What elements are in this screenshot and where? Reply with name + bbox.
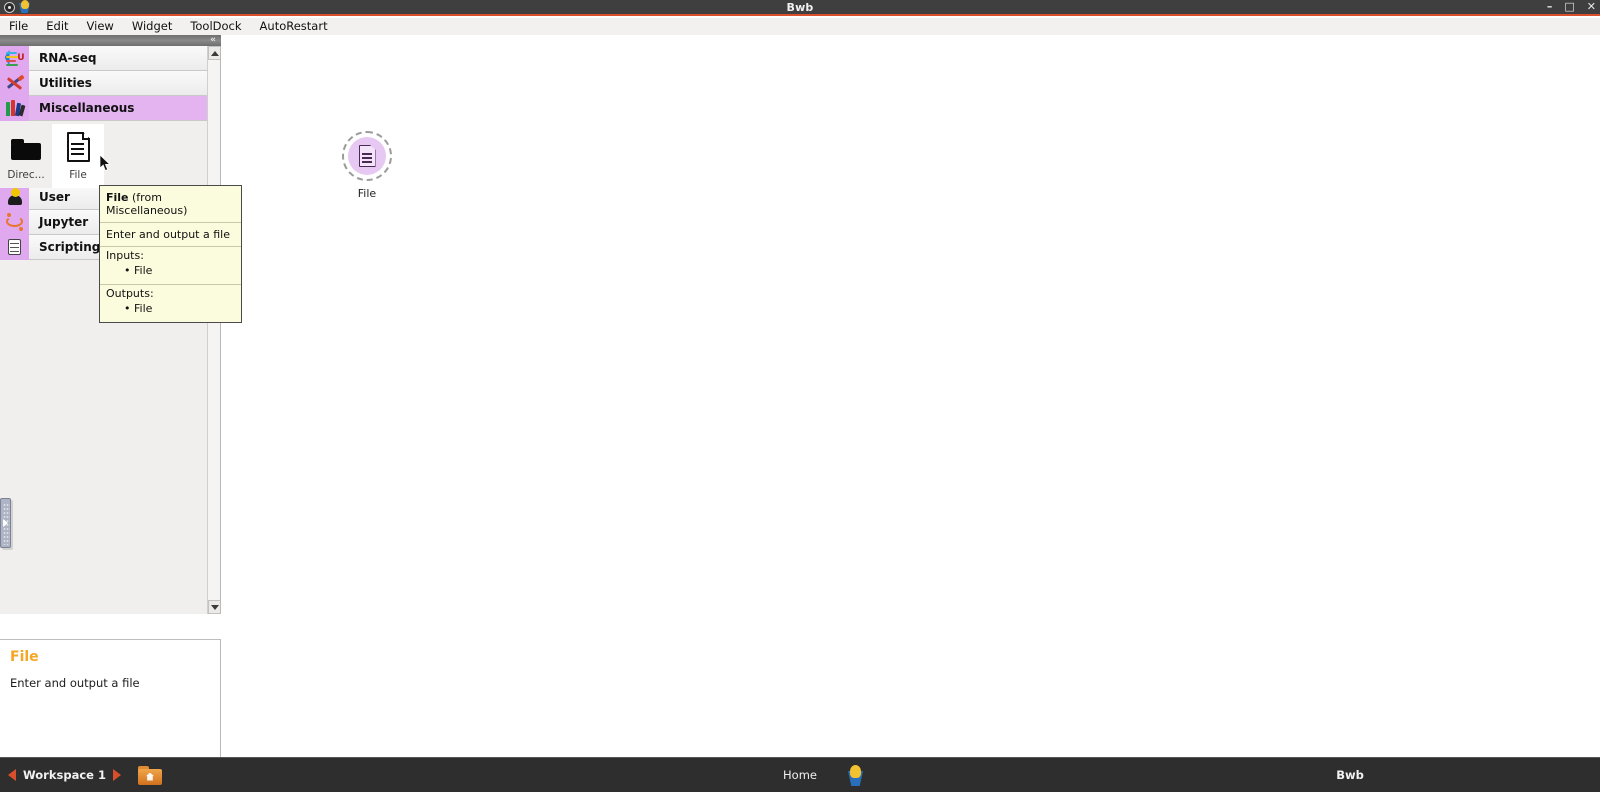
grip-dots-icon bbox=[3, 503, 10, 545]
window-controls: – □ ✕ bbox=[1547, 0, 1596, 14]
jupyter-icon bbox=[0, 209, 29, 235]
folder-icon bbox=[8, 128, 44, 168]
workflow-canvas[interactable]: File bbox=[221, 35, 1600, 757]
menu-item-file[interactable]: File bbox=[0, 18, 37, 35]
tooltip-inputs: Inputs: • File bbox=[100, 246, 241, 284]
node-selection-ring bbox=[342, 131, 392, 181]
window-titlebar: Bwb – □ ✕ bbox=[0, 0, 1600, 16]
category-label: RNA-seq bbox=[39, 51, 97, 65]
widget-tooltip: File (from Miscellaneous) Enter and outp… bbox=[99, 185, 242, 323]
mouse-cursor bbox=[99, 154, 111, 172]
widget-label: Direc... bbox=[7, 169, 45, 181]
rna-seq-icon: U bbox=[0, 46, 29, 71]
scroll-down-arrow-icon[interactable] bbox=[208, 600, 220, 614]
tooltip-output-item: • File bbox=[124, 302, 153, 315]
tooltip-description: Enter and output a file bbox=[100, 222, 241, 246]
tooltip-title-row: File (from Miscellaneous) bbox=[100, 186, 241, 222]
tooltip-title: File bbox=[106, 191, 129, 204]
tooltip-input-item: • File bbox=[124, 264, 153, 277]
widget-toolbox: U RNA-seq Utilities Miscellaneous User J… bbox=[0, 46, 221, 614]
description-title: File bbox=[10, 649, 39, 665]
scripting-icon bbox=[0, 234, 29, 260]
toolbox-scrollbar[interactable] bbox=[207, 46, 220, 614]
menu-item-view[interactable]: View bbox=[78, 18, 123, 35]
category-utilities[interactable]: Utilities bbox=[0, 70, 208, 96]
scroll-up-arrow-icon[interactable] bbox=[208, 46, 220, 60]
node-label: File bbox=[357, 187, 377, 200]
category-label: Miscellaneous bbox=[39, 101, 135, 115]
menu-item-tooldock[interactable]: ToolDock bbox=[181, 18, 250, 35]
category-rna-seq[interactable]: U RNA-seq bbox=[0, 46, 208, 71]
description-text: Enter and output a file bbox=[10, 676, 140, 690]
user-icon bbox=[0, 184, 29, 210]
menubar: File Edit View Widget ToolDock AutoResta… bbox=[0, 18, 1600, 35]
description-pane: File Enter and output a file bbox=[0, 639, 221, 763]
widget-label: File bbox=[69, 169, 87, 181]
node-disc bbox=[348, 137, 386, 175]
dock-header: « bbox=[0, 35, 221, 46]
taskbar-app-label[interactable]: Bwb bbox=[1100, 768, 1600, 782]
dock-collapse-button[interactable]: « bbox=[210, 35, 221, 46]
widget-directory[interactable]: Direc... bbox=[0, 124, 52, 188]
menu-item-edit[interactable]: Edit bbox=[37, 18, 77, 35]
tooltip-outputs-heading: Outputs: bbox=[106, 287, 154, 300]
category-label: Scripting bbox=[39, 240, 101, 254]
taskbar-app-icon[interactable] bbox=[845, 765, 867, 787]
category-miscellaneous[interactable]: Miscellaneous bbox=[0, 95, 208, 121]
category-label: Jupyter bbox=[39, 215, 89, 229]
document-node-icon bbox=[358, 145, 376, 167]
canvas-node-file[interactable]: File bbox=[317, 131, 417, 200]
document-icon bbox=[60, 128, 96, 168]
minimize-button[interactable]: – bbox=[1547, 0, 1553, 14]
panel-expand-handle[interactable] bbox=[0, 498, 11, 548]
menu-item-widget[interactable]: Widget bbox=[123, 18, 182, 35]
close-button[interactable]: ✕ bbox=[1587, 0, 1596, 14]
window-title: Bwb bbox=[786, 0, 814, 14]
tooltip-outputs: Outputs: • File bbox=[100, 284, 241, 322]
widget-file[interactable]: File bbox=[52, 124, 104, 188]
miscellaneous-icon bbox=[0, 95, 29, 121]
desktop-taskbar: Workspace 1 Home Bwb bbox=[0, 757, 1600, 792]
tool-dock: « U RNA-seq Utilities Miscellaneous User… bbox=[0, 35, 221, 791]
category-label: Utilities bbox=[39, 76, 92, 90]
category-label: User bbox=[39, 190, 70, 204]
tooltip-inputs-heading: Inputs: bbox=[106, 249, 144, 262]
menu-item-autorestart[interactable]: AutoRestart bbox=[251, 18, 337, 35]
maximize-button[interactable]: □ bbox=[1564, 0, 1574, 14]
utilities-icon bbox=[0, 70, 29, 96]
